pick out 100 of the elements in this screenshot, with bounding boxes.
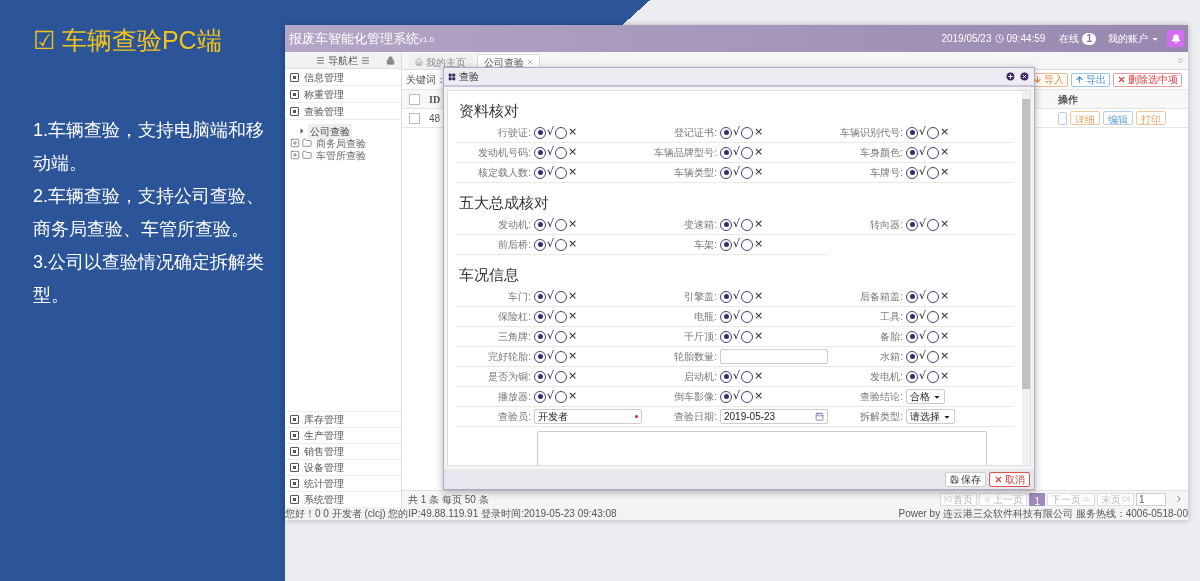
radio-button[interactable]: [927, 126, 939, 139]
sidebar-item[interactable]: 设备管理: [285, 459, 401, 475]
sidebar-item[interactable]: 信息管理: [285, 70, 401, 86]
radio-button[interactable]: [534, 370, 546, 383]
radio-button[interactable]: [927, 146, 939, 159]
radio-button[interactable]: [927, 166, 939, 179]
text-field[interactable]: [720, 349, 828, 364]
radio-button[interactable]: [720, 126, 732, 139]
radio-button[interactable]: [720, 146, 732, 159]
radio-button[interactable]: [720, 310, 732, 323]
radio-button[interactable]: [927, 290, 939, 303]
radio-button[interactable]: [720, 218, 732, 231]
radio-button[interactable]: [741, 126, 753, 139]
checkbox[interactable]: [408, 112, 420, 124]
radio-button[interactable]: [741, 370, 753, 383]
radio-button[interactable]: [927, 350, 939, 363]
radio-button[interactable]: [720, 390, 732, 403]
select-field[interactable]: 请选择: [906, 409, 955, 424]
toolbar-button[interactable]: 导出: [1071, 72, 1110, 87]
option-label: √: [732, 216, 741, 233]
radio-button[interactable]: [906, 330, 918, 343]
field-label: 车牌号:: [869, 166, 904, 180]
radio-button[interactable]: [555, 370, 567, 383]
radio-button[interactable]: [927, 310, 939, 323]
radio-button[interactable]: [906, 290, 918, 303]
sidebar-item[interactable]: 统计管理: [285, 475, 401, 491]
radio-button[interactable]: [534, 218, 546, 231]
slide-paragraph: 3.公司以查验情况确定拆解类型。: [33, 251, 265, 307]
date-field[interactable]: 2019-05-23: [720, 409, 828, 424]
radio-button[interactable]: [555, 126, 567, 139]
checkbox[interactable]: [408, 93, 420, 105]
option-label: √: [732, 288, 741, 305]
radio-button[interactable]: [741, 290, 753, 303]
radio-button[interactable]: [555, 290, 567, 303]
radio-button[interactable]: [906, 218, 918, 231]
radio-button[interactable]: [534, 146, 546, 159]
field-label: 发电机:: [869, 370, 904, 384]
radio-button[interactable]: [555, 238, 567, 251]
option-label: ×: [753, 216, 765, 233]
radio-button[interactable]: [720, 370, 732, 383]
option-label: √: [732, 308, 741, 325]
option-label: ×: [753, 236, 765, 253]
text-field[interactable]: 开发者: [534, 409, 642, 424]
radio-button[interactable]: [906, 166, 918, 179]
chevron-right-icon[interactable]: [1174, 494, 1184, 504]
radio-button[interactable]: [741, 330, 753, 343]
radio-button[interactable]: [555, 390, 567, 403]
radio-button[interactable]: [534, 238, 546, 251]
radio-button[interactable]: [534, 126, 546, 139]
radio-button[interactable]: [555, 350, 567, 363]
radio-button[interactable]: [534, 330, 546, 343]
radio-button[interactable]: [534, 350, 546, 363]
field-label: 查验结论:: [859, 390, 904, 404]
tree-item[interactable]: 公司查验: [308, 123, 352, 139]
radio-button[interactable]: [741, 390, 753, 403]
select-field[interactable]: 合格: [906, 389, 945, 404]
field-label: 查验日期:: [673, 410, 718, 424]
sidebar-item[interactable]: 销售管理: [285, 443, 401, 459]
radio-button[interactable]: [720, 330, 732, 343]
radio-button[interactable]: [555, 310, 567, 323]
sidebar-item[interactable]: 称重管理: [285, 87, 401, 103]
radio-button[interactable]: [555, 330, 567, 343]
radio-button[interactable]: [555, 146, 567, 159]
radio-button[interactable]: [741, 166, 753, 179]
radio-button[interactable]: [906, 310, 918, 323]
radio-button[interactable]: [534, 310, 546, 323]
scrollbar[interactable]: [1022, 91, 1030, 465]
page-input[interactable]: 1: [1136, 492, 1166, 506]
radio-button[interactable]: [741, 238, 753, 251]
radio-button[interactable]: [741, 146, 753, 159]
radio-button[interactable]: [534, 166, 546, 179]
radio-button[interactable]: [720, 166, 732, 179]
radio-button[interactable]: [555, 166, 567, 179]
radio-button[interactable]: [720, 238, 732, 251]
radio-button[interactable]: [906, 126, 918, 139]
radio-button[interactable]: [741, 310, 753, 323]
sidebar-item[interactable]: 库存管理: [285, 411, 401, 427]
radio-button[interactable]: [720, 290, 732, 303]
radio-button[interactable]: [555, 218, 567, 231]
radio-button[interactable]: [927, 330, 939, 343]
radio-button[interactable]: [534, 290, 546, 303]
option-label: ×: [939, 144, 951, 161]
plus-circle-icon[interactable]: [1005, 71, 1016, 82]
radio-button[interactable]: [534, 390, 546, 403]
bell-icon[interactable]: [1167, 30, 1184, 47]
radio-button[interactable]: [906, 350, 918, 363]
cancel-button[interactable]: 取消: [989, 471, 1030, 487]
radio-button[interactable]: [741, 218, 753, 231]
save-button[interactable]: 保存: [945, 471, 986, 487]
sidebar-item[interactable]: 生产管理: [285, 427, 401, 443]
option-label: √: [732, 124, 741, 141]
radio-button[interactable]: [906, 370, 918, 383]
toolbar-button[interactable]: 删除选中项: [1113, 72, 1182, 87]
radio-button[interactable]: [927, 218, 939, 231]
sidebar-item[interactable]: 查验管理: [285, 104, 401, 120]
option-label: ×: [939, 216, 951, 233]
lock-icon: [386, 56, 395, 65]
radio-button[interactable]: [927, 370, 939, 383]
option-label: √: [918, 328, 927, 345]
radio-button[interactable]: [906, 146, 918, 159]
